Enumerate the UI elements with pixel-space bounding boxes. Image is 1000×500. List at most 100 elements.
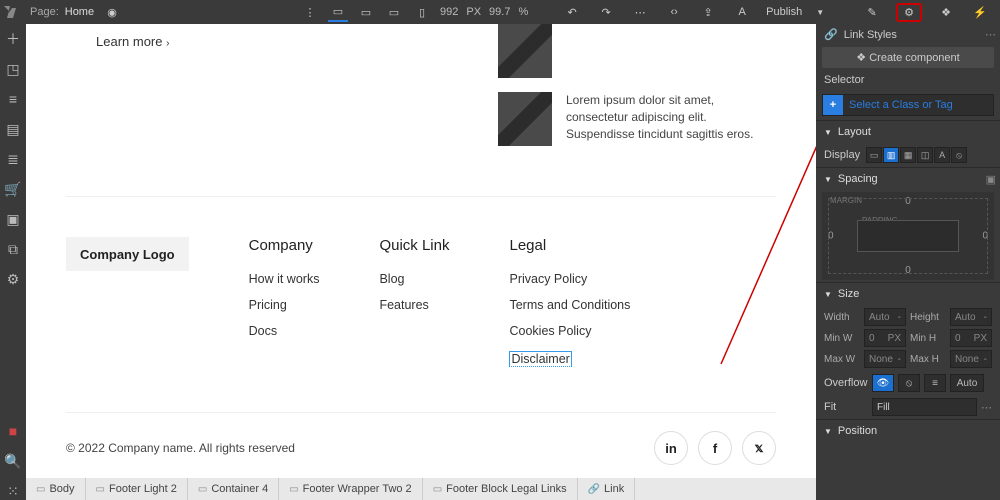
overflow-visible[interactable]: 👁	[872, 374, 894, 392]
footer-col-quicklink: Quick Link Blog Features	[379, 237, 449, 368]
footer-col-company: Company How it works Pricing Docs	[249, 237, 320, 368]
dots-icon[interactable]: ⋮	[300, 2, 320, 22]
crumb-wrapper[interactable]: ▭Footer Wrapper Two 2	[279, 478, 423, 500]
display-grid[interactable]: ▦	[900, 147, 916, 163]
settings-tab-highlight[interactable]: ⚙	[896, 3, 922, 22]
webflow-logo-icon[interactable]	[0, 0, 24, 24]
footer-link[interactable]: Blog	[379, 272, 449, 286]
search-icon[interactable]: 🔍	[4, 452, 22, 470]
bp-landscape-icon[interactable]: ▭	[384, 2, 404, 22]
spacing-expand-icon[interactable]: ▣	[986, 173, 996, 186]
settings-icon[interactable]: ⚙	[4, 270, 22, 288]
selector-input[interactable]: + Select a Class or Tag	[822, 94, 994, 116]
display-inlineblock[interactable]: ◫	[917, 147, 933, 163]
maxh-input[interactable]: None-	[950, 350, 992, 368]
linkedin-icon[interactable]: in	[654, 431, 688, 465]
overflow-auto[interactable]: Auto	[950, 374, 984, 392]
display-inline[interactable]: A	[934, 147, 950, 163]
pct-label: %	[518, 6, 528, 18]
height-input[interactable]: Auto-	[950, 308, 992, 326]
page-canvas[interactable]: Learn more › Lorem ipsum dolor sit amet,…	[26, 24, 816, 478]
minh-input[interactable]: 0PX	[950, 329, 992, 347]
display-flex[interactable]: ▥	[883, 147, 899, 163]
twitter-icon[interactable]: 𝕩	[742, 431, 776, 465]
footer-link[interactable]: Terms and Conditions	[509, 298, 630, 312]
redo-icon[interactable]: ↷	[596, 2, 616, 22]
preview-icon[interactable]: ◉	[102, 2, 122, 22]
footer-link[interactable]: Cookies Policy	[509, 324, 630, 338]
canvas-width[interactable]: 992	[440, 6, 458, 18]
gear-icon[interactable]: ⚙	[904, 7, 914, 19]
chevron-right-icon: ›	[166, 38, 169, 49]
footer-link[interactable]: Features	[379, 298, 449, 312]
crumb-block[interactable]: ▭Footer Block Legal Links	[423, 478, 578, 500]
more-icon[interactable]: ⋯	[985, 28, 996, 41]
crumb-footer-light[interactable]: ▭Footer Light 2	[86, 478, 188, 500]
bp-mobile-icon[interactable]: ▯	[412, 2, 432, 22]
video-icon[interactable]: ■	[4, 422, 22, 440]
display-block[interactable]: ▭	[866, 147, 882, 163]
chevron-down-icon[interactable]: ▼	[816, 8, 824, 17]
cms-icon[interactable]: ≣	[4, 150, 22, 168]
footer-link[interactable]: Pricing	[249, 298, 320, 312]
facebook-icon[interactable]: f	[698, 431, 732, 465]
selector-placeholder: Select a Class or Tag	[843, 99, 953, 111]
fit-more-icon[interactable]: ⋯	[981, 401, 992, 414]
zoom-value[interactable]: 99.7	[489, 6, 510, 18]
effects-icon[interactable]: ⚡	[970, 2, 990, 22]
page-name[interactable]: Home	[65, 6, 94, 18]
audit-icon[interactable]: A	[732, 2, 752, 22]
pages-icon[interactable]: ▤	[4, 120, 22, 138]
publish-button[interactable]: Publish	[766, 6, 802, 18]
footer-heading: Legal	[509, 237, 630, 254]
overflow-scroll[interactable]: ≡	[924, 374, 946, 392]
maxw-input[interactable]: None-	[864, 350, 906, 368]
selected-link-disclaimer[interactable]: Disclaimer	[509, 351, 571, 367]
section-position[interactable]: ▼Position	[816, 419, 1000, 442]
divider	[66, 196, 776, 197]
ecommerce-icon[interactable]: 🛒	[4, 180, 22, 198]
style-panel: 🔗 Link Styles ⋯ ❖ Create component Selec…	[816, 24, 1000, 500]
cube-icon[interactable]: ◳	[4, 60, 22, 78]
footer-link[interactable]: How it works	[249, 272, 320, 286]
interactions-icon[interactable]: ❖	[936, 2, 956, 22]
export-icon[interactable]: ⇪	[698, 2, 718, 22]
code-icon[interactable]: ‹›	[664, 2, 684, 22]
minw-input[interactable]: 0PX	[864, 329, 906, 347]
assets-icon[interactable]: ⧉	[4, 240, 22, 258]
bp-desktop-icon[interactable]: ▭	[328, 2, 348, 22]
section-size[interactable]: ▼Size	[816, 282, 1000, 305]
width-input[interactable]: Auto-	[864, 308, 906, 326]
page-label: Page:	[24, 6, 65, 18]
link-icon: 🔗	[824, 28, 838, 41]
footer-link[interactable]: Privacy Policy	[509, 272, 630, 286]
brush-icon[interactable]: ✎	[862, 2, 882, 22]
display-none[interactable]: ⦸	[951, 147, 967, 163]
help-icon[interactable]: ⁙	[4, 482, 22, 500]
left-toolbar: ＋ ◳ ≡ ▤ ≣ 🛒 ▣ ⧉ ⚙ ■ 🔍 ⁙	[0, 24, 26, 500]
spacing-editor[interactable]: MARGIN PADDING 0 0 0 0	[822, 192, 994, 280]
card	[498, 24, 776, 78]
component-icon: ❖	[856, 52, 866, 64]
crumb-body[interactable]: ▭Body	[26, 478, 86, 500]
plus-icon[interactable]: +	[823, 95, 843, 115]
section-spacing[interactable]: ▼Spacing▣	[816, 167, 1000, 190]
overflow-hidden[interactable]: ⦸	[898, 374, 920, 392]
layers-icon[interactable]: ≡	[4, 90, 22, 108]
crumb-link[interactable]: 🔗Link	[578, 478, 636, 500]
crumb-container[interactable]: ▭Container 4	[188, 478, 279, 500]
bp-tablet-icon[interactable]: ▭	[356, 2, 376, 22]
create-component-button[interactable]: ❖ Create component	[822, 47, 994, 68]
comments-icon[interactable]: ⋯	[630, 2, 650, 22]
users-icon[interactable]: ▣	[4, 210, 22, 228]
section-layout[interactable]: ▼Layout	[816, 120, 1000, 143]
add-icon[interactable]: ＋	[4, 30, 22, 48]
px-label: PX	[466, 6, 481, 18]
learn-more-link[interactable]: Learn more ›	[66, 34, 478, 49]
fit-select[interactable]: Fill	[872, 398, 977, 416]
undo-icon[interactable]: ↶	[562, 2, 582, 22]
footer-heading: Company	[249, 237, 320, 254]
footer: Company Logo Company How it works Pricin…	[66, 237, 776, 368]
footer-link[interactable]: Docs	[249, 324, 320, 338]
selector-label: Selector	[824, 74, 864, 86]
